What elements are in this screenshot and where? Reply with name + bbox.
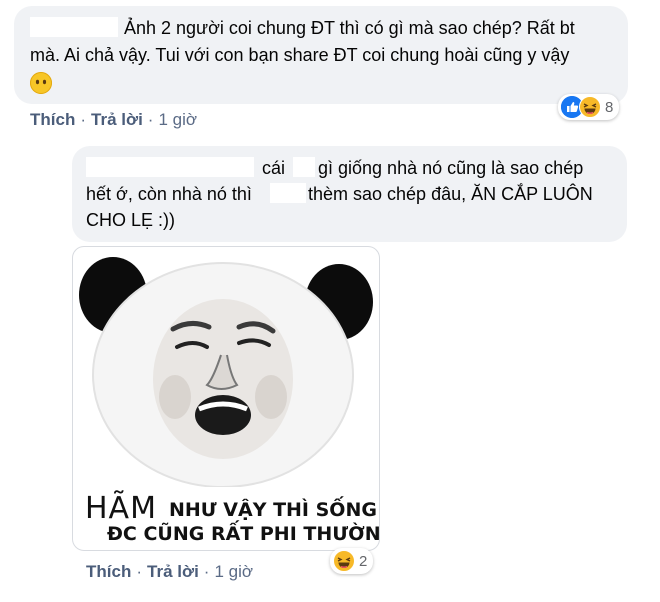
panda-meme-image bbox=[79, 257, 373, 487]
reaction-summary-2[interactable]: 2 bbox=[330, 548, 374, 574]
meme-caption-big: HÃM bbox=[85, 491, 157, 526]
comment-1-actions: Thích · Trả lời · 1 giờ bbox=[30, 110, 197, 130]
separator-dot: · bbox=[203, 562, 210, 581]
meme-caption-line1: NHƯ VẬY THÌ SỐNG bbox=[169, 499, 377, 521]
haha-icon bbox=[579, 96, 601, 118]
comment-2-text-line3: CHO LẸ :)) bbox=[86, 210, 176, 230]
like-link[interactable]: Thích bbox=[30, 110, 75, 130]
comment-1-text-line2: mà. Ai chả vậy. Tui với con bạn share ĐT… bbox=[30, 45, 570, 65]
face-no-mouth-emoji-icon bbox=[30, 72, 52, 94]
comment-2-text-line2a: hết ớ, còn nhà nó thì bbox=[86, 184, 252, 204]
separator-dot: · bbox=[136, 562, 143, 581]
separator-dot: · bbox=[147, 110, 154, 129]
comment-1-text-line1: Ảnh 2 người coi chung ĐT thì có gì mà sa… bbox=[124, 18, 575, 38]
comment-2-text-line1b: gì giống nhà nó cũng là sao chép bbox=[318, 158, 584, 178]
reaction-count: 2 bbox=[359, 552, 368, 570]
reply-link[interactable]: Trả lời bbox=[91, 110, 143, 130]
reaction-count: 8 bbox=[605, 98, 614, 116]
meme-sticker-card[interactable]: HÃM NHƯ VẬY THÌ SỐNG ĐC CŨNG RẤT PHI THƯ… bbox=[72, 246, 380, 551]
like-link[interactable]: Thích bbox=[86, 562, 131, 582]
reaction-summary-1[interactable]: 8 bbox=[558, 94, 620, 120]
comment-2-actions: Thích · Trả lời · 1 giờ bbox=[86, 562, 253, 582]
haha-icon bbox=[333, 550, 355, 572]
redacted-author-name bbox=[86, 157, 254, 177]
comment-2-text-line2b: thèm sao chép đâu, ĂN CẮP LUÔN bbox=[308, 184, 593, 204]
comment-2-text-line1a: cái bbox=[262, 158, 286, 178]
timestamp[interactable]: 1 giờ bbox=[158, 110, 197, 130]
meme-caption-line2: ĐC CŨNG RẤT PHI THƯỜNG bbox=[107, 523, 380, 545]
redacted-word bbox=[293, 157, 315, 177]
reply-link[interactable]: Trả lời bbox=[147, 562, 199, 582]
separator-dot: · bbox=[80, 110, 87, 129]
redacted-author-name bbox=[30, 17, 118, 37]
redacted-word bbox=[270, 183, 306, 203]
timestamp[interactable]: 1 giờ bbox=[214, 562, 253, 582]
